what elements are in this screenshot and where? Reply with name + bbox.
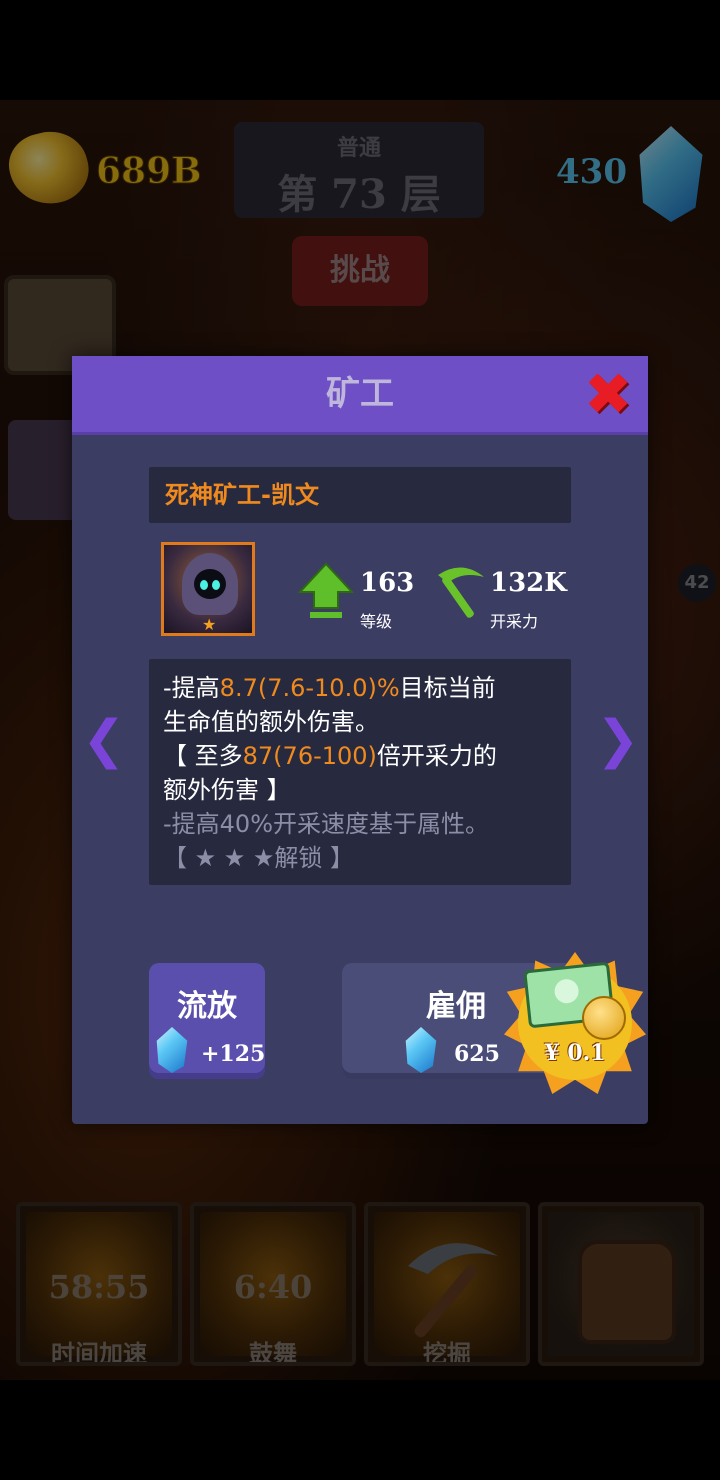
gem-icon bbox=[156, 1027, 188, 1073]
star-icon: ★ bbox=[202, 615, 217, 634]
exile-value: +125 bbox=[201, 1041, 266, 1067]
next-arrow-button[interactable]: ❯ bbox=[596, 714, 640, 766]
level-value: 163 bbox=[360, 568, 415, 598]
gem-icon bbox=[405, 1027, 437, 1073]
desc-line-1: -提高8.7(7.6-10.0)%目标当前 bbox=[163, 674, 496, 702]
hire-value: 625 bbox=[454, 1041, 500, 1067]
desc-line-3: 【 至多87(76-100)倍开采力的 bbox=[163, 742, 497, 770]
price-text: ¥ 0.1 bbox=[544, 1040, 606, 1066]
previous-arrow-button[interactable]: ❮ bbox=[82, 714, 126, 766]
miner-portrait: ★ bbox=[161, 542, 255, 636]
level-up-icon bbox=[298, 562, 354, 618]
mining-power-value: 132K bbox=[490, 568, 567, 598]
desc-line-6: 【 ★ ★ ★解锁 】 bbox=[163, 844, 355, 872]
desc-line-5: -提高40%开采速度基于属性。 bbox=[163, 810, 490, 838]
close-button[interactable]: ✖ bbox=[580, 365, 636, 423]
coins-icon bbox=[582, 996, 626, 1040]
miner-name-bar: 死神矿工-凯文 bbox=[149, 467, 571, 523]
desc-line-4: 额外伤害 】 bbox=[163, 776, 291, 804]
purchase-badge[interactable]: ¥ 0.1 bbox=[504, 952, 646, 1094]
mining-power-label: 开采力 bbox=[490, 612, 539, 631]
skill-description: -提高8.7(7.6-10.0)%目标当前 生命值的额外伤害。 【 至多87(7… bbox=[149, 659, 571, 885]
miner-dialog: 矿工 ✖ 死神矿工-凯文 ★ 163 等级 132K 开采力 ❮ ❯ -提高8.… bbox=[72, 356, 648, 1124]
dialog-title: 矿工 bbox=[326, 374, 394, 414]
exile-label: 流放 bbox=[177, 989, 237, 1024]
exile-button[interactable]: 流放 +125 bbox=[149, 963, 265, 1079]
mining-power-icon bbox=[438, 567, 484, 618]
desc-line-2: 生命值的额外伤害。 bbox=[163, 708, 379, 736]
miner-name: 死神矿工-凯文 bbox=[165, 481, 319, 509]
level-label: 等级 bbox=[360, 612, 393, 631]
